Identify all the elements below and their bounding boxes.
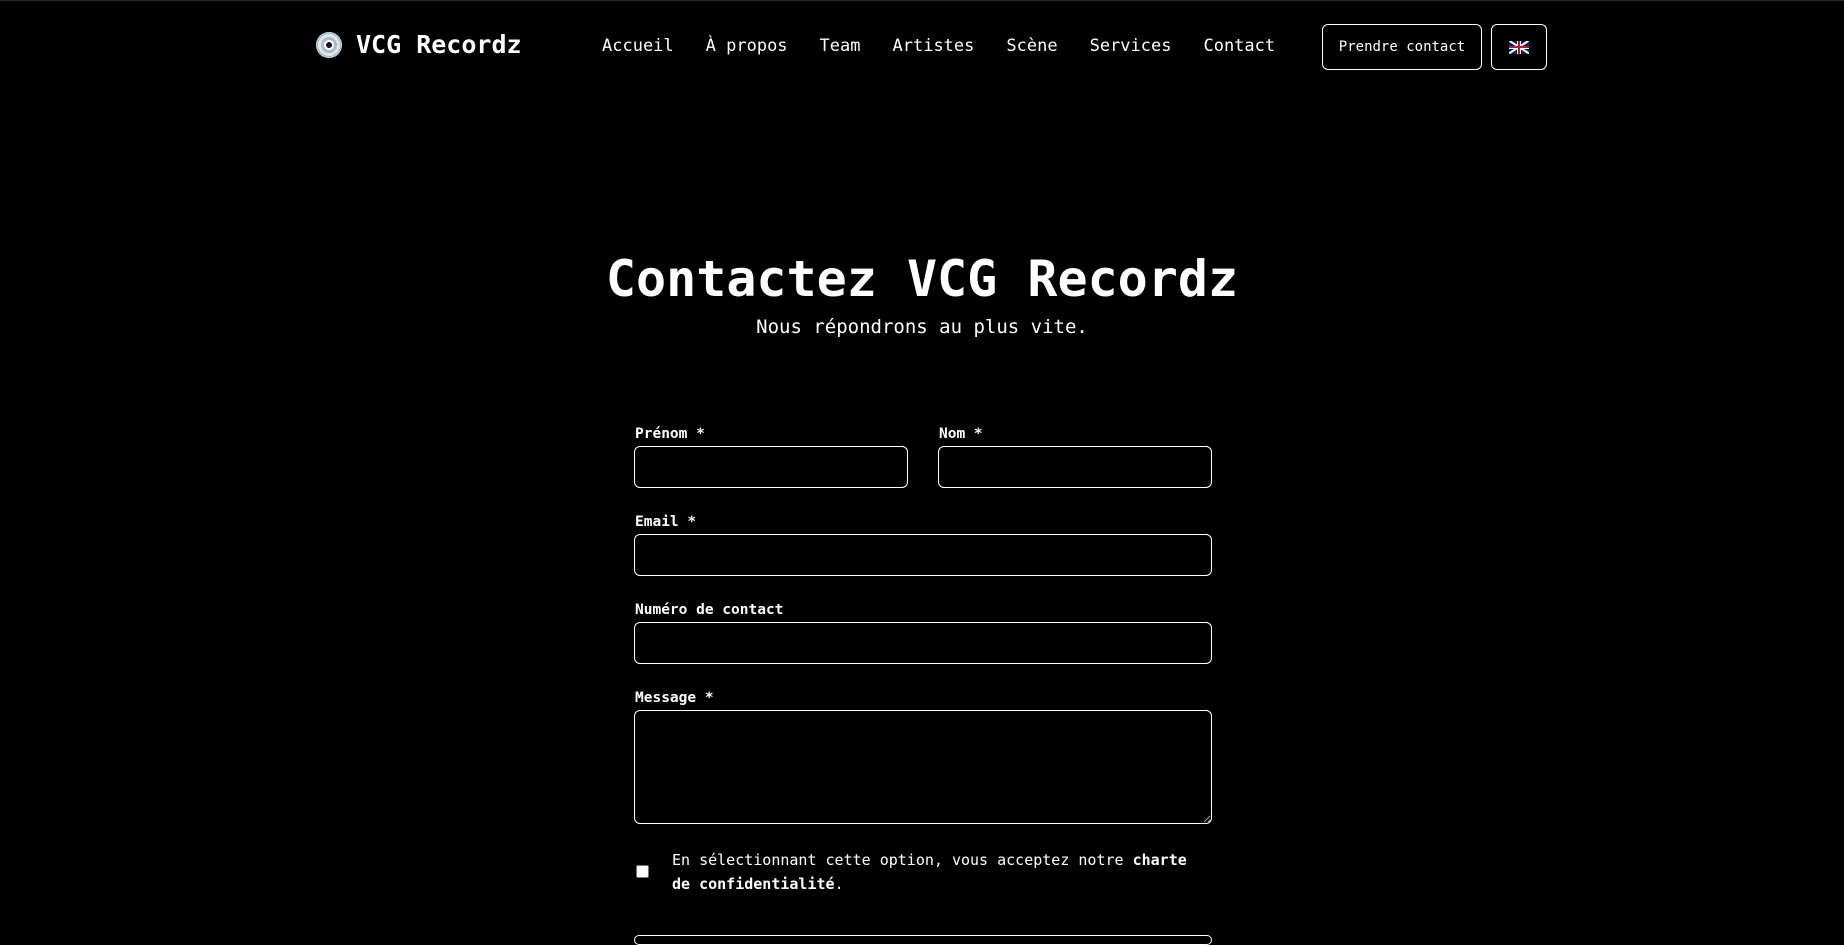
- consent-checkbox[interactable]: [636, 865, 649, 878]
- consent-text-after: .: [834, 875, 844, 893]
- main-nav: Accueil À propos Team Artistes Scène Ser…: [602, 36, 1275, 56]
- email-input[interactable]: [634, 534, 1212, 576]
- nav-item-a-propos[interactable]: À propos: [706, 36, 788, 56]
- nav-item-accueil[interactable]: Accueil: [602, 36, 674, 56]
- phone-label: Numéro de contact: [635, 602, 784, 618]
- nav-item-scene[interactable]: Scène: [1006, 36, 1057, 56]
- prendre-contact-button[interactable]: Prendre contact: [1322, 24, 1482, 70]
- site-header: VCG Recordz Accueil À propos Team Artist…: [0, 0, 1844, 96]
- consent-text: En sélectionnant cette option, vous acce…: [672, 848, 1192, 896]
- uk-flag-icon: [1509, 40, 1529, 54]
- nav-item-team[interactable]: Team: [820, 36, 861, 56]
- page-subtitle: Nous répondrons au plus vite.: [756, 316, 1088, 338]
- email-label: Email *: [635, 514, 697, 530]
- last-name-input[interactable]: [938, 446, 1212, 488]
- page-title: Contactez VCG Recordz: [605, 250, 1239, 308]
- consent-text-before: En sélectionnant cette option, vous acce…: [672, 851, 1133, 869]
- nav-item-services[interactable]: Services: [1090, 36, 1172, 56]
- nav-item-contact[interactable]: Contact: [1203, 36, 1275, 56]
- language-switch-button[interactable]: [1491, 24, 1547, 70]
- logo-link[interactable]: VCG Recordz: [316, 30, 522, 59]
- first-name-label: Prénom *: [635, 426, 705, 442]
- phone-input[interactable]: [634, 622, 1212, 664]
- last-name-label: Nom *: [939, 426, 983, 442]
- message-textarea[interactable]: [634, 710, 1212, 824]
- message-label: Message *: [635, 690, 714, 706]
- nav-item-artistes[interactable]: Artistes: [893, 36, 975, 56]
- first-name-input[interactable]: [634, 446, 908, 488]
- submit-button[interactable]: [634, 935, 1212, 945]
- logo-text: VCG Recordz: [356, 30, 522, 59]
- disc-icon: [316, 31, 342, 58]
